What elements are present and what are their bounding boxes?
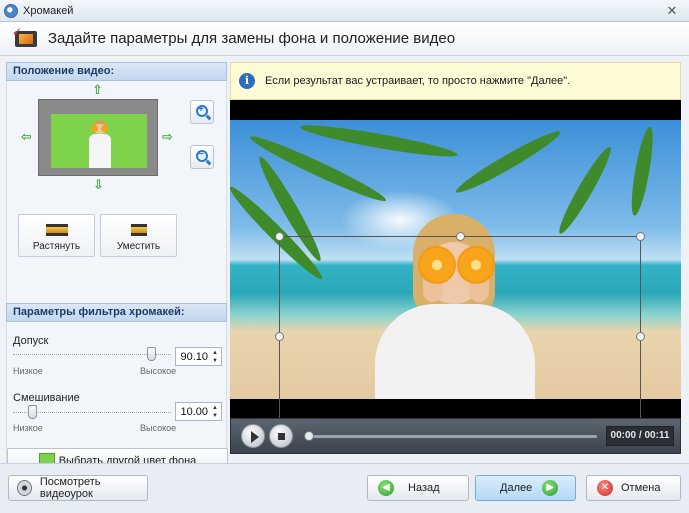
spin-up-icon[interactable]: ▲ [210, 349, 220, 357]
position-heading: Положение видео: [6, 62, 227, 81]
arrow-up-icon[interactable]: ⇧ [92, 83, 103, 96]
watch-tutorial-label: Посмотреть видеоурок [39, 476, 101, 500]
arrow-right-icon[interactable]: ⇨ [162, 130, 173, 143]
blend-value: 10.00 [180, 406, 208, 418]
preview-panel: i Если результат вас устраивает, то прос… [230, 62, 681, 457]
palm-frond [452, 125, 564, 199]
fit-label: Уместить [116, 241, 161, 252]
blend-slider-thumb[interactable] [28, 405, 37, 419]
filter-area: Допуск Низкое Высокое 90.10 ▲ ▼ Смешиван… [6, 322, 228, 476]
resize-handle[interactable] [275, 232, 284, 241]
zoom-out-button[interactable]: − [190, 145, 214, 169]
info-text: Если результат вас устраивает, то просто… [265, 75, 571, 87]
tolerance-label: Допуск [13, 335, 49, 347]
blend-spinbox[interactable]: 10.00 ▲ ▼ [175, 402, 222, 421]
time-display: 00:00 / 00:11 [606, 426, 674, 446]
resize-handle[interactable] [636, 332, 645, 341]
play-icon [251, 431, 259, 443]
stop-icon [278, 433, 285, 440]
zoom-in-button[interactable]: + [190, 100, 214, 124]
title-bar: Хромакей ✕ [0, 0, 689, 22]
palm-frond [553, 143, 617, 238]
spin-down-icon[interactable]: ▼ [210, 412, 220, 420]
blend-max-label: Высокое [140, 423, 177, 433]
back-button[interactable]: ◀ Назад [367, 475, 469, 501]
arrow-left-icon[interactable]: ⇦ [21, 130, 32, 143]
cancel-button[interactable]: ✕ Отмена [586, 475, 681, 501]
preview-chromakey-frame [51, 114, 147, 168]
palm-frond [298, 120, 459, 162]
video-preview[interactable] [230, 100, 681, 442]
close-icon[interactable]: ✕ [661, 2, 683, 19]
info-bar: i Если результат вас устраивает, то прос… [230, 62, 681, 100]
resize-handle[interactable] [636, 232, 645, 241]
webcam-icon [17, 480, 32, 496]
progress-bar[interactable] [304, 431, 597, 441]
blend-min-label: Низкое [13, 423, 43, 433]
chromakey-film-icon: ✓ [12, 26, 40, 51]
play-button[interactable] [241, 424, 265, 448]
settings-panel: Положение видео: ⇧ ⇩ ⇦ ⇨ + − Растянуть У… [6, 62, 228, 476]
arrow-right-icon: ▶ [542, 480, 559, 496]
spin-up-icon[interactable]: ▲ [210, 404, 220, 412]
page-header: ✓ Задайте параметры для замены фона и по… [0, 22, 689, 56]
resize-handle[interactable] [275, 332, 284, 341]
cancel-label: Отмена [621, 482, 661, 494]
arrow-down-icon[interactable]: ⇩ [93, 178, 104, 191]
progress-knob[interactable] [304, 431, 314, 441]
player-controls: 00:00 / 00:11 [230, 418, 681, 454]
tolerance-max-label: Высокое [140, 366, 177, 376]
blend-label: Смешивание [13, 392, 80, 404]
tolerance-slider-thumb[interactable] [147, 347, 156, 361]
page-title: Задайте параметры для замены фона и поло… [48, 30, 456, 47]
position-area: ⇧ ⇩ ⇦ ⇨ + − Растянуть Уместить [6, 81, 227, 303]
tolerance-min-label: Низкое [13, 366, 43, 376]
next-button[interactable]: Далее ▶ [475, 475, 576, 501]
position-preview[interactable] [38, 99, 158, 176]
blend-slider[interactable] [13, 405, 171, 419]
palm-frond [627, 125, 657, 217]
stretch-label: Растянуть [32, 241, 81, 252]
selection-frame[interactable] [279, 236, 641, 438]
tolerance-value: 90.10 [180, 351, 208, 363]
stop-button[interactable] [269, 424, 293, 448]
spin-down-icon[interactable]: ▼ [210, 357, 220, 365]
back-label: Назад [408, 482, 440, 494]
footer-bar: Посмотреть видеоурок ◀ Назад Далее ▶ ✕ О… [0, 463, 689, 513]
window-title: Хромакей [23, 4, 74, 17]
stretch-icon [45, 224, 68, 236]
next-label: Далее [500, 482, 533, 494]
fit-icon [130, 224, 147, 236]
resize-handle[interactable] [456, 232, 465, 241]
preview-girl-thumbnail [89, 120, 111, 168]
tolerance-slider[interactable] [13, 347, 171, 361]
cancel-icon: ✕ [597, 480, 613, 496]
fit-button[interactable]: Уместить [100, 214, 177, 257]
arrow-left-icon: ◀ [378, 480, 394, 496]
stretch-button[interactable]: Растянуть [18, 214, 95, 257]
tolerance-spinbox[interactable]: 90.10 ▲ ▼ [175, 347, 222, 366]
info-icon: i [239, 73, 255, 89]
watch-tutorial-button[interactable]: Посмотреть видеоурок [8, 475, 148, 501]
app-icon [4, 3, 18, 18]
filter-heading: Параметры фильтра хромакей: [6, 303, 227, 322]
